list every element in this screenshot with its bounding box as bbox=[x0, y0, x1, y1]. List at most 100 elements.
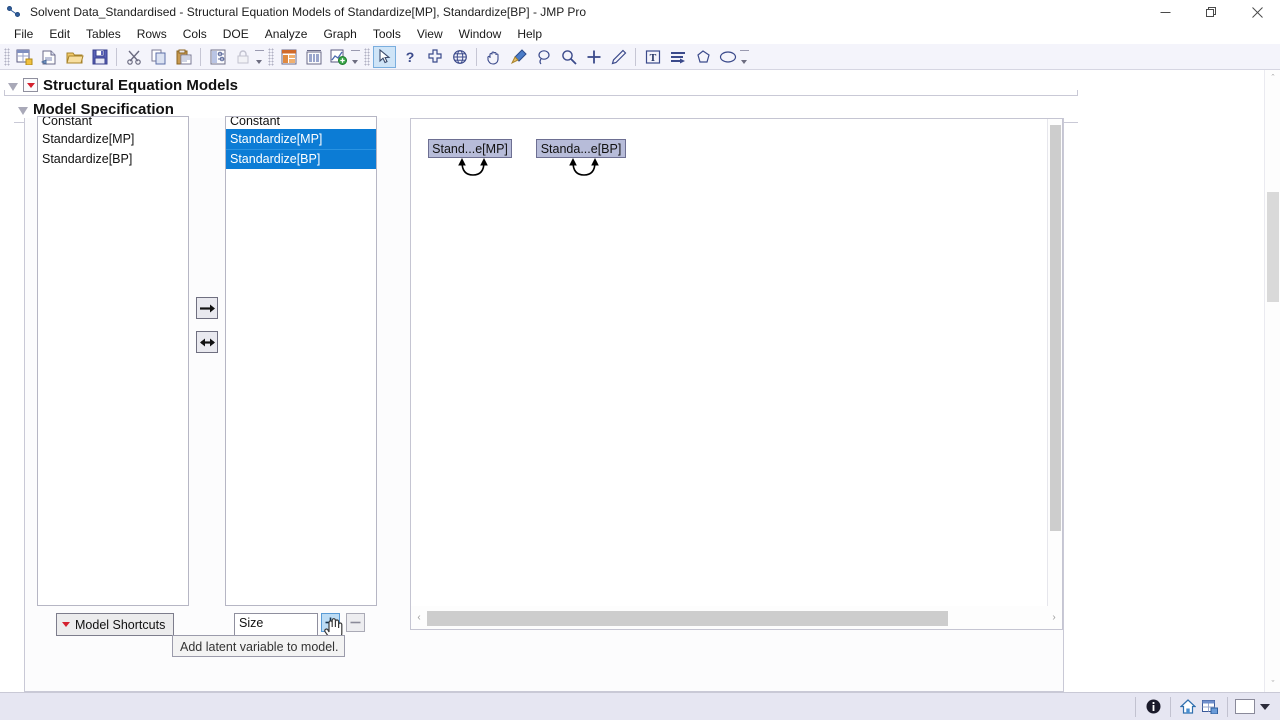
lasso-icon[interactable] bbox=[532, 46, 555, 68]
list-item[interactable]: Constant bbox=[226, 117, 376, 129]
node-standardize-bp[interactable]: Standa...e[BP] bbox=[536, 139, 626, 158]
canvas-scroll-left-icon[interactable]: ‹ bbox=[411, 607, 427, 629]
list-item[interactable]: Standardize[BP] bbox=[38, 149, 188, 169]
data-table-icon[interactable] bbox=[1199, 696, 1221, 718]
from-variable-list[interactable]: Constant Standardize[MP] Standardize[BP] bbox=[37, 116, 189, 606]
to-variable-list[interactable]: Constant Standardize[MP] Standardize[BP] bbox=[225, 116, 377, 606]
save-icon[interactable] bbox=[88, 46, 111, 68]
new-data-table-icon[interactable] bbox=[13, 46, 36, 68]
two-way-arrow-button[interactable] bbox=[196, 331, 218, 353]
menu-item-cols[interactable]: Cols bbox=[175, 25, 215, 43]
model-shortcuts-label: Model Shortcuts bbox=[75, 617, 166, 632]
restore-button[interactable] bbox=[1188, 0, 1234, 24]
plus-icon bbox=[325, 617, 336, 628]
list-item[interactable]: Constant bbox=[38, 117, 188, 129]
diagram-surface[interactable]: Stand...e[MP] Standa...e[BP] bbox=[411, 119, 1047, 629]
toolbar-separator bbox=[476, 47, 477, 66]
crosshair-icon[interactable] bbox=[423, 46, 446, 68]
toolbar-overflow-button[interactable] bbox=[740, 47, 749, 67]
menu-item-help[interactable]: Help bbox=[509, 25, 550, 43]
white-panel-icon[interactable] bbox=[1234, 696, 1256, 718]
jmp-application-window: Solvent Data_Standardised - Structural E… bbox=[0, 0, 1280, 720]
toolbar-separator bbox=[200, 47, 201, 66]
data-filter-icon[interactable] bbox=[277, 46, 300, 68]
menu-item-tables[interactable]: Tables bbox=[78, 25, 129, 43]
list-item[interactable]: Standardize[BP] bbox=[226, 149, 376, 169]
tooltip-text: Add latent variable to model. bbox=[180, 640, 339, 654]
toolbar-separator bbox=[116, 47, 117, 66]
hand-grabber-icon[interactable] bbox=[482, 46, 505, 68]
plus-crosshair-icon[interactable] bbox=[582, 46, 605, 68]
disclosure-triangle-icon[interactable] bbox=[18, 106, 28, 115]
menu-item-window[interactable]: Window bbox=[451, 25, 510, 43]
node-standardize-mp[interactable]: Stand...e[MP] bbox=[428, 139, 512, 158]
lock-icon bbox=[231, 46, 254, 68]
canvas-scroll-right-icon[interactable]: › bbox=[1046, 607, 1062, 629]
self-loop-variance-mp-icon[interactable] bbox=[456, 158, 490, 180]
paste-icon[interactable] bbox=[172, 46, 195, 68]
report-vertical-scrollbar[interactable]: ˆ ˇ bbox=[1264, 70, 1280, 692]
home-icon[interactable] bbox=[1177, 696, 1199, 718]
toolbar: ? T bbox=[0, 44, 1280, 70]
text-box-icon[interactable]: T bbox=[641, 46, 664, 68]
window-controls bbox=[1142, 0, 1280, 24]
model-diagram-canvas[interactable]: Stand...e[MP] Standa...e[BP] ˇ bbox=[410, 118, 1063, 630]
add-latent-variable-button[interactable] bbox=[321, 613, 340, 632]
report-vscroll-thumb[interactable] bbox=[1267, 192, 1279, 302]
new-script-icon[interactable] bbox=[38, 46, 61, 68]
list-item[interactable]: Standardize[MP] bbox=[38, 129, 188, 149]
canvas-hscroll-track[interactable] bbox=[427, 607, 1046, 629]
toolbar-overflow-button[interactable] bbox=[255, 47, 264, 67]
report-scroll-up-icon[interactable]: ˆ bbox=[1265, 70, 1280, 86]
menu-item-tools[interactable]: Tools bbox=[365, 25, 409, 43]
toolbar-grip[interactable] bbox=[4, 47, 10, 66]
ellipse-icon[interactable] bbox=[716, 46, 739, 68]
menu-item-graph[interactable]: Graph bbox=[315, 25, 364, 43]
menu-item-rows[interactable]: Rows bbox=[129, 25, 175, 43]
report-scroll-down-icon[interactable]: ˇ bbox=[1265, 676, 1280, 692]
lines-icon[interactable] bbox=[666, 46, 689, 68]
column-viewer-icon[interactable] bbox=[302, 46, 325, 68]
canvas-hscroll-thumb[interactable] bbox=[427, 610, 948, 626]
question-help-icon[interactable]: ? bbox=[398, 46, 421, 68]
brush-icon[interactable] bbox=[507, 46, 530, 68]
latent-variable-name-input[interactable]: Size bbox=[234, 613, 318, 636]
chevron-down-icon[interactable] bbox=[1256, 696, 1274, 718]
add-graph-icon[interactable] bbox=[327, 46, 350, 68]
pencil-icon[interactable] bbox=[607, 46, 630, 68]
polygon-icon[interactable] bbox=[691, 46, 714, 68]
arrow-select-icon[interactable] bbox=[373, 45, 396, 68]
toolbar-overflow-button[interactable] bbox=[351, 47, 360, 67]
canvas-vscroll-thumb[interactable] bbox=[1050, 125, 1061, 531]
model-shortcuts-button[interactable]: Model Shortcuts bbox=[56, 613, 174, 636]
canvas-vertical-scrollbar[interactable]: ˇ bbox=[1047, 119, 1062, 629]
toolbar-grip[interactable] bbox=[364, 47, 370, 66]
one-way-arrow-button[interactable] bbox=[196, 297, 218, 319]
svg-text:T: T bbox=[649, 53, 656, 64]
minimize-button[interactable] bbox=[1142, 0, 1188, 24]
menu-bar: File Edit Tables Rows Cols DOE Analyze G… bbox=[0, 24, 1280, 44]
globe-icon[interactable] bbox=[448, 46, 471, 68]
arrow-right-icon bbox=[199, 304, 215, 312]
close-button[interactable] bbox=[1234, 0, 1280, 24]
toolbar-grip[interactable] bbox=[268, 47, 274, 66]
tooltip: Add latent variable to model. bbox=[172, 635, 346, 657]
magnifier-icon[interactable] bbox=[557, 46, 580, 68]
copy-icon[interactable] bbox=[147, 46, 170, 68]
info-icon[interactable] bbox=[1142, 696, 1164, 718]
red-triangle-icon bbox=[62, 622, 70, 627]
status-bar bbox=[0, 692, 1280, 720]
open-folder-icon[interactable] bbox=[63, 46, 86, 68]
canvas-horizontal-scrollbar[interactable]: ‹ › bbox=[410, 606, 1063, 630]
cut-scissors-icon[interactable] bbox=[122, 46, 145, 68]
menu-item-view[interactable]: View bbox=[409, 25, 451, 43]
minus-icon bbox=[350, 621, 361, 624]
menu-item-doe[interactable]: DOE bbox=[215, 25, 257, 43]
menu-item-file[interactable]: File bbox=[6, 25, 41, 43]
preferences-icon[interactable] bbox=[206, 46, 229, 68]
menu-item-edit[interactable]: Edit bbox=[41, 25, 78, 43]
menu-item-analyze[interactable]: Analyze bbox=[257, 25, 316, 43]
list-item[interactable]: Standardize[MP] bbox=[226, 129, 376, 149]
remove-latent-variable-button[interactable] bbox=[346, 613, 365, 632]
self-loop-variance-bp-icon[interactable] bbox=[567, 158, 601, 180]
